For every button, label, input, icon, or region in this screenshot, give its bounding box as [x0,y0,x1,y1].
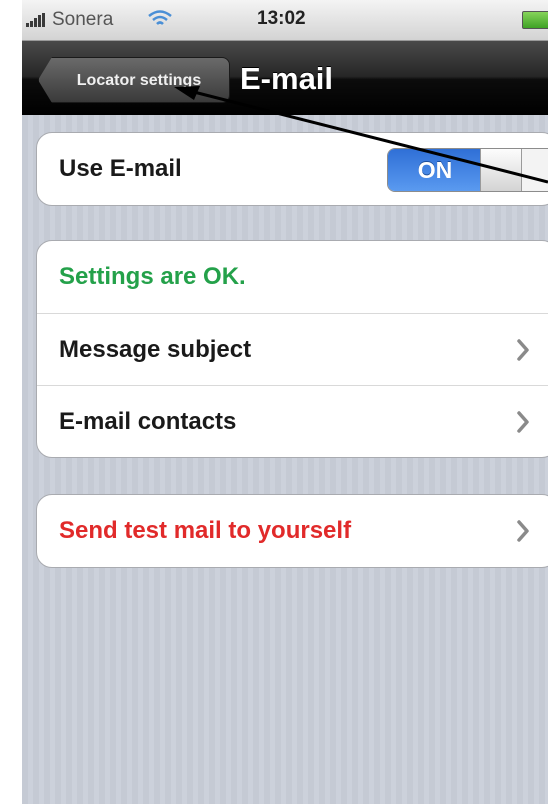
signal-strength-icon [26,13,48,27]
use-email-group: Use E-mail ON [36,132,548,206]
send-test-mail-label: Send test mail to yourself [59,517,352,544]
message-subject-label: Message subject [59,336,252,363]
chevron-right-icon [517,520,529,542]
battery-icon [522,11,548,29]
toggle-on-label: ON [388,149,482,191]
email-contacts-row[interactable]: E-mail contacts [37,385,548,457]
toggle-knob[interactable] [480,149,522,191]
back-button[interactable]: Locator settings [38,57,230,103]
page-title: E-mail [240,61,334,96]
settings-status-row: Settings are OK. [37,241,548,313]
message-subject-row[interactable]: Message subject [37,313,548,385]
status-time: 13:02 [257,8,306,29]
carrier-name: Sonera [52,9,114,30]
chevron-right-icon [517,411,529,433]
use-email-toggle[interactable]: ON [387,148,548,192]
chevron-right-icon [517,339,529,361]
settings-group: Settings are OK. Message subject E-mail … [36,240,548,458]
send-test-mail-row[interactable]: Send test mail to yourself [37,495,548,567]
phone-screen: Sonera 13:02 Locator settings E-mail Use… [22,0,548,804]
use-email-label: Use E-mail [59,155,182,182]
test-mail-group: Send test mail to yourself [36,494,548,568]
wifi-icon [148,10,172,25]
status-bar: Sonera 13:02 [22,0,548,41]
use-email-row: Use E-mail ON [37,133,548,205]
settings-status-text: Settings are OK. [59,263,246,290]
email-contacts-label: E-mail contacts [59,408,237,435]
navigation-bar: Locator settings E-mail [22,41,548,115]
